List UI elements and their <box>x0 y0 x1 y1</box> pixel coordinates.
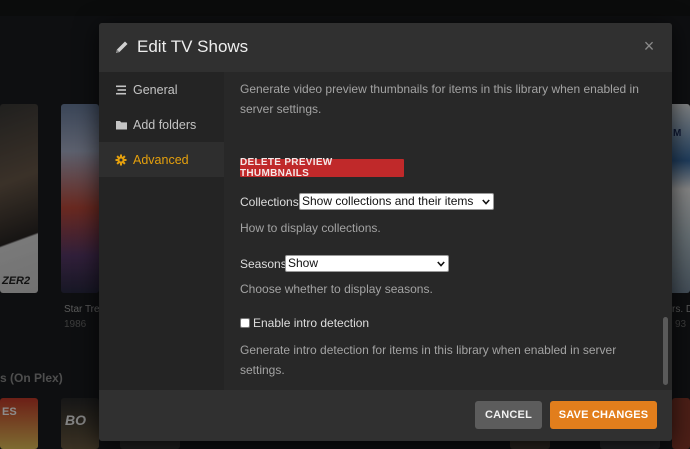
advanced-settings-panel: Generate video preview thumbnails for it… <box>224 72 672 390</box>
gear-icon <box>114 153 128 167</box>
delete-preview-thumbnails-button[interactable]: DELETE PREVIEW THUMBNAILS <box>240 157 404 179</box>
seasons-help: Choose whether to display seasons. <box>240 282 433 296</box>
dialog-footer: CANCEL SAVE CHANGES <box>99 390 672 441</box>
chevron-down-icon <box>437 256 445 271</box>
dialog-header: Edit TV Shows × <box>99 23 672 72</box>
collections-select[interactable]: Show collections and their items <box>299 193 494 210</box>
list-icon <box>114 83 128 97</box>
edit-library-dialog: Edit TV Shows × General Add folders Adva… <box>99 23 672 441</box>
dialog-title: Edit TV Shows <box>137 37 249 56</box>
intro-detection-checkbox[interactable] <box>240 318 250 328</box>
seasons-select[interactable]: Show <box>285 255 449 272</box>
collections-label: Collections <box>240 195 299 209</box>
seasons-selected-value: Show <box>288 256 319 270</box>
sidebar-item-label: Add folders <box>133 117 197 132</box>
collections-help: How to display collections. <box>240 221 381 235</box>
intro-detection-help: Generate intro detection for items in th… <box>240 343 617 377</box>
sidebar-item-label: Advanced <box>133 152 189 167</box>
sidebar-item-label: General <box>133 82 178 97</box>
close-button[interactable]: × <box>640 36 658 56</box>
sidebar-item-advanced[interactable]: Advanced <box>99 142 224 177</box>
chevron-down-icon <box>482 194 490 209</box>
folder-icon <box>114 118 128 132</box>
cancel-button[interactable]: CANCEL <box>475 401 542 429</box>
intro-detection-label[interactable]: Enable intro detection <box>253 316 369 330</box>
preview-thumbnails-description: Generate video preview thumbnails for it… <box>240 82 639 116</box>
content-scrollbar[interactable] <box>663 317 668 385</box>
dialog-sidebar: General Add folders Advanced <box>99 72 224 390</box>
save-changes-button[interactable]: SAVE CHANGES <box>550 401 657 429</box>
seasons-label: Seasons <box>240 257 287 271</box>
sidebar-item-add-folders[interactable]: Add folders <box>99 107 224 142</box>
sidebar-item-general[interactable]: General <box>99 72 224 107</box>
collections-selected-value: Show collections and their items <box>302 194 474 208</box>
pencil-icon <box>114 39 130 55</box>
